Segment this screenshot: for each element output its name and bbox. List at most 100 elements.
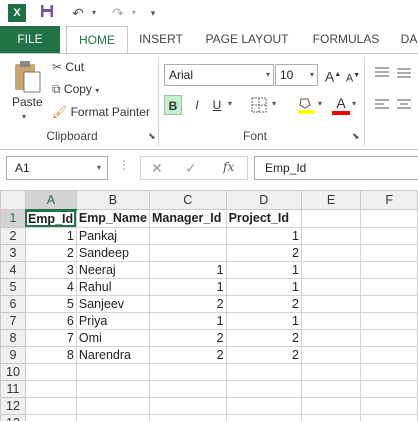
cell-b[interactable] <box>75 413 150 421</box>
column-header-f[interactable]: F <box>360 190 418 210</box>
cell-c[interactable]: 1 <box>148 260 227 279</box>
underline-dropdown-icon[interactable]: ▾ <box>228 99 232 108</box>
cell-a[interactable]: 5 <box>24 294 77 313</box>
align-left-icon[interactable] <box>374 98 390 112</box>
cell-a[interactable]: Emp_Id <box>24 209 77 228</box>
tab-insert[interactable]: INSERT <box>132 26 190 53</box>
row-header[interactable]: 12 <box>0 396 26 415</box>
cell-f[interactable] <box>360 277 418 296</box>
font-launcher-icon[interactable]: ⬊ <box>352 131 360 142</box>
column-header-c[interactable]: C <box>148 190 227 210</box>
cell-a[interactable] <box>24 362 77 381</box>
cell-d[interactable] <box>225 362 302 381</box>
row-header[interactable]: 3 <box>0 243 26 262</box>
cell-b[interactable]: Omi <box>75 328 150 347</box>
row-header[interactable]: 4 <box>0 260 26 279</box>
cancel-icon[interactable]: ✕ <box>151 158 163 178</box>
font-color-dropdown-icon[interactable]: ▾ <box>352 99 356 108</box>
cell-d[interactable]: 2 <box>225 294 302 313</box>
redo-dropdown-icon[interactable]: ▾ <box>128 4 140 22</box>
align-center-icon[interactable] <box>396 98 412 112</box>
format-painter-button[interactable]: 🖌 Format Painter <box>52 105 150 119</box>
cell-b[interactable]: Pankaj <box>75 226 150 245</box>
font-size-box[interactable]: 10 ▾ <box>275 64 318 86</box>
cell-d[interactable]: 2 <box>225 243 302 262</box>
cell-c[interactable] <box>148 226 227 245</box>
cell-a[interactable]: 7 <box>24 328 77 347</box>
cell-b[interactable]: Narendra <box>75 345 150 364</box>
row-header[interactable]: 8 <box>0 328 26 347</box>
cell-c[interactable]: 2 <box>148 328 227 347</box>
cell-c[interactable] <box>148 396 227 415</box>
cell-a[interactable]: 2 <box>24 243 77 262</box>
paste-dropdown-icon[interactable]: ▾ <box>22 112 26 121</box>
paste-icon[interactable] <box>12 60 42 94</box>
cell-d[interactable] <box>225 379 302 398</box>
cell-e[interactable] <box>300 226 362 245</box>
cell-d[interactable]: Project_Id <box>225 209 302 228</box>
cell-c[interactable]: 1 <box>148 277 227 296</box>
cell-f[interactable] <box>360 396 418 415</box>
cell-d[interactable] <box>225 396 302 415</box>
column-header-b[interactable]: B <box>75 190 150 210</box>
row-header[interactable]: 2 <box>0 226 26 245</box>
formula-input[interactable]: Emp_Id <box>254 156 418 180</box>
column-header-a[interactable]: A <box>24 190 77 211</box>
cell-f[interactable] <box>360 209 418 228</box>
select-all-corner[interactable] <box>0 190 26 210</box>
cell-f[interactable] <box>360 328 418 347</box>
italic-button[interactable]: I <box>188 95 206 115</box>
cell-f[interactable] <box>360 311 418 330</box>
cell-a[interactable]: 6 <box>24 311 77 330</box>
cell-d[interactable]: 1 <box>225 260 302 279</box>
tab-formulas[interactable]: FORMULAS <box>304 26 388 53</box>
cell-d[interactable]: 2 <box>225 328 302 347</box>
cell-e[interactable] <box>300 328 362 347</box>
cell-e[interactable] <box>300 379 362 398</box>
cell-b[interactable]: Sanjeev <box>75 294 150 313</box>
cell-a[interactable]: 1 <box>24 226 77 245</box>
undo-dropdown-icon[interactable]: ▾ <box>88 4 100 22</box>
row-header[interactable]: 7 <box>0 311 26 330</box>
column-header-d[interactable]: D <box>225 190 302 210</box>
cell-a[interactable] <box>24 396 77 415</box>
cell-c[interactable]: 2 <box>148 345 227 364</box>
cell-a[interactable]: 3 <box>24 260 77 279</box>
font-name-box[interactable]: Arial ▾ <box>164 64 274 86</box>
cell-f[interactable] <box>360 379 418 398</box>
cell-f[interactable] <box>360 362 418 381</box>
row-header[interactable]: 11 <box>0 379 26 398</box>
cell-e[interactable] <box>300 345 362 364</box>
cell-d[interactable]: 1 <box>225 226 302 245</box>
borders-icon[interactable] <box>248 95 270 115</box>
cell-b[interactable] <box>75 379 150 398</box>
cell-f[interactable] <box>360 294 418 313</box>
row-header[interactable]: 5 <box>0 277 26 296</box>
cell-f[interactable] <box>360 413 418 421</box>
align-top-icon[interactable] <box>374 66 390 80</box>
cell-e[interactable] <box>300 277 362 296</box>
cell-f[interactable] <box>360 345 418 364</box>
cell-b[interactable]: Priya <box>75 311 150 330</box>
cell-e[interactable] <box>300 243 362 262</box>
insert-function-icon[interactable]: fx <box>223 157 234 177</box>
cell-f[interactable] <box>360 243 418 262</box>
cell-b[interactable] <box>75 396 150 415</box>
undo-icon[interactable]: ↶ <box>68 4 88 22</box>
cell-b[interactable]: Sandeep <box>75 243 150 262</box>
cell-e[interactable] <box>300 396 362 415</box>
fill-color-dropdown-icon[interactable]: ▾ <box>318 99 322 108</box>
cell-a[interactable]: 8 <box>24 345 77 364</box>
cell-d[interactable] <box>225 413 302 421</box>
cell-c[interactable] <box>148 413 227 421</box>
underline-button[interactable]: U <box>208 95 226 115</box>
grow-font-button[interactable]: A▲ <box>324 65 342 85</box>
cell-c[interactable] <box>148 362 227 381</box>
row-header[interactable]: 10 <box>0 362 26 381</box>
tab-data[interactable]: DA <box>394 26 418 53</box>
customize-icon[interactable]: ▾ <box>146 4 160 22</box>
cell-e[interactable] <box>300 413 362 421</box>
cut-button[interactable]: ✂ Cut <box>52 60 84 74</box>
cell-c[interactable] <box>148 379 227 398</box>
cell-d[interactable]: 1 <box>225 311 302 330</box>
